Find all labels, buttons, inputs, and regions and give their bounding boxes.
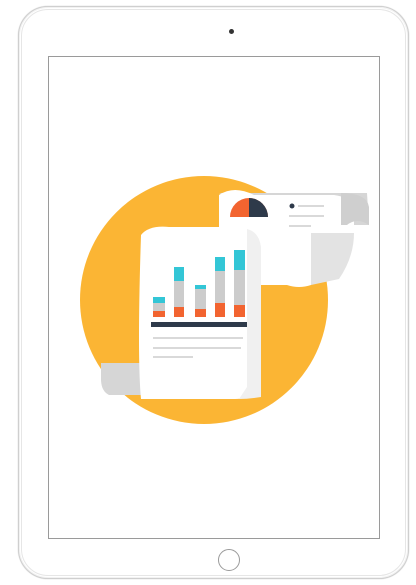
bar-5-bottom bbox=[234, 305, 245, 317]
bar-2-base bbox=[174, 281, 184, 307]
bar-1-top bbox=[153, 297, 165, 303]
text-line-1 bbox=[153, 337, 243, 339]
legend-dot bbox=[289, 203, 295, 209]
bar-4-top bbox=[215, 257, 225, 271]
legend-line-1 bbox=[298, 205, 324, 207]
text-line-3 bbox=[153, 356, 193, 358]
legend-line-2 bbox=[289, 215, 324, 217]
bar-5-base bbox=[234, 270, 245, 305]
bar-5-top bbox=[234, 250, 245, 270]
bar-2-bottom bbox=[174, 307, 184, 317]
legend-line-3 bbox=[289, 225, 311, 227]
bar-2-top bbox=[174, 267, 184, 281]
bar-3-base bbox=[195, 289, 206, 309]
tablet-screen bbox=[48, 56, 380, 539]
report-illustration bbox=[80, 176, 369, 424]
bar-4-bottom bbox=[215, 303, 225, 317]
bar-4-base bbox=[215, 271, 225, 303]
chart-axis-line bbox=[151, 322, 247, 327]
front-camera bbox=[229, 29, 234, 34]
bar-1-bottom bbox=[153, 311, 165, 317]
home-button[interactable] bbox=[218, 549, 240, 571]
text-line-2 bbox=[153, 347, 241, 349]
page bbox=[0, 0, 416, 585]
bar-1-base bbox=[153, 303, 165, 311]
back-sheet-fold bbox=[311, 233, 354, 285]
bar-3-bottom bbox=[195, 309, 206, 317]
bar-3-top bbox=[195, 285, 206, 289]
